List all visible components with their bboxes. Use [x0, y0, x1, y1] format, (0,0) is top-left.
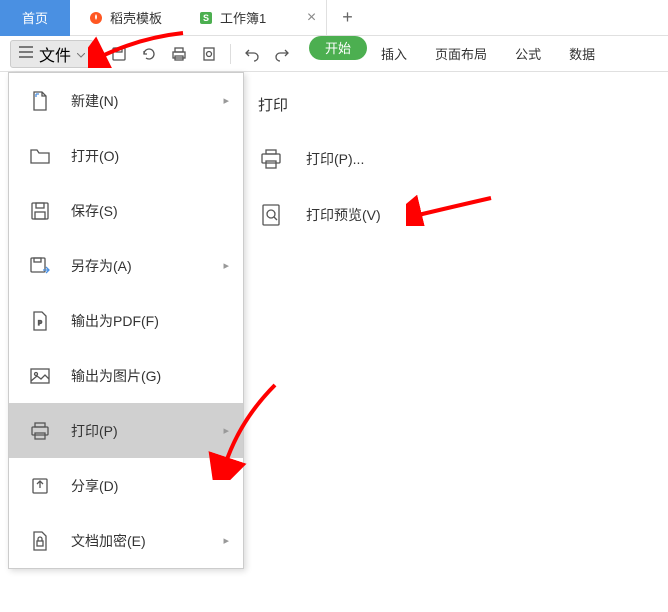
tab-bar: 首页 稻壳模板 S 工作簿1 × +: [0, 0, 668, 36]
add-tab-button[interactable]: +: [327, 7, 368, 28]
preview-icon: [258, 203, 284, 227]
tab-layout[interactable]: 页面布局: [421, 36, 501, 72]
new-file-icon: [27, 90, 53, 112]
menu-label: 新建(N): [71, 91, 118, 111]
encrypt-icon: [27, 530, 53, 552]
menu-label: 打印(P): [71, 421, 118, 441]
chevron-right-icon: ▸: [223, 424, 229, 437]
tab-label: 工作簿1: [220, 8, 266, 27]
print-icon[interactable]: [168, 43, 190, 65]
save-icon[interactable]: [108, 43, 130, 65]
undo-icon[interactable]: [241, 43, 263, 65]
file-button[interactable]: 文件: [10, 40, 94, 68]
print-icon: [27, 420, 53, 442]
flame-icon: [88, 10, 104, 26]
menu-label: 打开(O): [71, 146, 119, 166]
tab-home[interactable]: 首页: [0, 0, 70, 36]
tab-data[interactable]: 数据: [555, 36, 609, 72]
chevron-right-icon: ▸: [223, 534, 229, 547]
tab-label: 稻壳模板: [110, 8, 162, 27]
menu-exportimg[interactable]: 输出为图片(G): [9, 348, 243, 403]
folder-icon: [27, 145, 53, 167]
menu-save[interactable]: 保存(S): [9, 183, 243, 238]
menu-label: 文档加密(E): [71, 531, 146, 551]
menu-label: 分享(D): [71, 476, 118, 496]
menu-open[interactable]: 打开(O): [9, 128, 243, 183]
print-icon: [258, 147, 284, 171]
tab-formula[interactable]: 公式: [501, 36, 555, 72]
svg-text:P: P: [38, 321, 42, 327]
print-submenu: 打印 打印(P)... 打印预览(V): [258, 94, 381, 251]
chevron-right-icon: ▸: [223, 259, 229, 272]
chevron-right-icon: ▸: [223, 94, 229, 107]
menu-label: 输出为PDF(F): [71, 311, 159, 331]
divider: [230, 44, 231, 64]
spreadsheet-icon: S: [198, 10, 214, 26]
tab-template[interactable]: 稻壳模板: [70, 0, 180, 36]
submenu-preview[interactable]: 打印预览(V): [258, 195, 381, 235]
menu-exportpdf[interactable]: P 输出为PDF(F): [9, 293, 243, 348]
svg-text:S: S: [203, 13, 209, 23]
preview-icon[interactable]: [198, 43, 220, 65]
menu-label: 另存为(A): [71, 256, 132, 276]
tab-start[interactable]: 开始: [309, 36, 367, 60]
hamburger-icon: [19, 45, 33, 63]
menu-print[interactable]: 打印(P) ▸: [9, 403, 243, 458]
menu-share[interactable]: 分享(D): [9, 458, 243, 513]
annotation-arrow-icon: [406, 186, 496, 226]
ribbon-tabs: 开始 插入 页面布局 公式 数据: [309, 36, 609, 72]
submenu-print[interactable]: 打印(P)...: [258, 139, 381, 179]
menu-new[interactable]: 新建(N) ▸: [9, 73, 243, 128]
submenu-label: 打印预览(V): [306, 205, 381, 225]
menu-label: 保存(S): [71, 201, 118, 221]
tab-workbook[interactable]: S 工作簿1 ×: [180, 0, 327, 36]
pdf-icon: P: [27, 310, 53, 332]
submenu-label: 打印(P)...: [306, 149, 364, 169]
file-label: 文件: [39, 42, 71, 66]
share-icon: [27, 475, 53, 497]
submenu-title: 打印: [258, 94, 381, 115]
menu-saveas[interactable]: 另存为(A) ▸: [9, 238, 243, 293]
redo-icon[interactable]: [271, 43, 293, 65]
image-icon: [27, 365, 53, 387]
toolbar: 文件 开始 插入 页面布局 公式 数据: [0, 36, 668, 72]
save-icon: [27, 200, 53, 222]
tab-insert[interactable]: 插入: [367, 36, 421, 72]
close-icon[interactable]: ×: [307, 9, 316, 27]
saveas-icon: [27, 255, 53, 277]
file-dropdown: 新建(N) ▸ 打开(O) 保存(S) 另存为(A) ▸ P 输出为PDF(F)…: [8, 72, 244, 569]
menu-label: 输出为图片(G): [71, 366, 161, 386]
autosave-icon[interactable]: [138, 43, 160, 65]
menu-encrypt[interactable]: 文档加密(E) ▸: [9, 513, 243, 568]
chevron-down-icon: [77, 45, 85, 63]
